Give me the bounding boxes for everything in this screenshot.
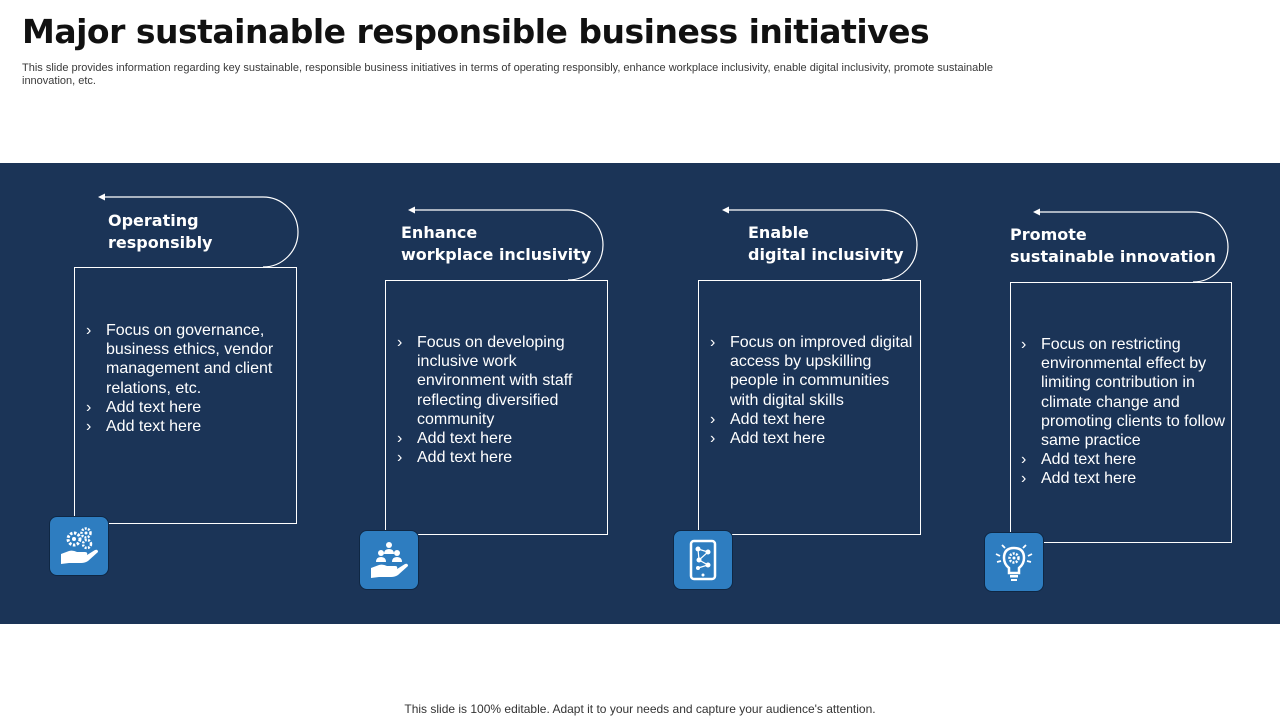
bullet-list: Focus on developing inclusive work envir… bbox=[397, 333, 602, 468]
card-heading: Promote sustainable innovation bbox=[1010, 225, 1216, 266]
hand-gears-icon bbox=[49, 516, 109, 576]
list-item: Add text here bbox=[1021, 469, 1226, 488]
bullet-list: Focus on restricting environmental effec… bbox=[1021, 335, 1226, 489]
bullet-list: Focus on governance, business ethics, ve… bbox=[86, 321, 291, 436]
hand-people-icon bbox=[359, 530, 419, 590]
list-item: Add text here bbox=[710, 410, 915, 429]
list-item: Focus on improved digital access by upsk… bbox=[710, 333, 915, 410]
page-title: Major sustainable responsible business i… bbox=[22, 12, 930, 51]
card-heading: Operating responsibly bbox=[108, 211, 213, 252]
list-item: Focus on restricting environmental effec… bbox=[1021, 335, 1226, 450]
initiative-card-operating: Operating responsibly Focus on governanc… bbox=[48, 190, 308, 580]
lightbulb-gear-icon bbox=[984, 532, 1044, 592]
page-subtitle: This slide provides information regardin… bbox=[22, 62, 993, 87]
list-item: Focus on developing inclusive work envir… bbox=[397, 333, 602, 429]
list-item: Add text here bbox=[710, 429, 915, 448]
initiative-card-innovation: Promote sustainable innovation Focus on … bbox=[983, 205, 1243, 595]
footer-note: This slide is 100% editable. Adapt it to… bbox=[404, 702, 876, 716]
initiative-card-workplace: Enhance workplace inclusivity Focus on d… bbox=[358, 203, 618, 593]
list-item: Add text here bbox=[86, 417, 291, 436]
tablet-network-icon bbox=[673, 530, 733, 590]
initiative-card-digital: Enable digital inclusivity Focus on impr… bbox=[672, 203, 932, 593]
list-item: Focus on governance, business ethics, ve… bbox=[86, 321, 291, 398]
card-heading: Enable digital inclusivity bbox=[748, 223, 904, 264]
list-item: Add text here bbox=[1021, 450, 1226, 469]
bullet-list: Focus on improved digital access by upsk… bbox=[710, 333, 915, 448]
list-item: Add text here bbox=[397, 448, 602, 467]
list-item: Add text here bbox=[397, 429, 602, 448]
list-item: Add text here bbox=[86, 398, 291, 417]
card-heading: Enhance workplace inclusivity bbox=[401, 223, 592, 264]
